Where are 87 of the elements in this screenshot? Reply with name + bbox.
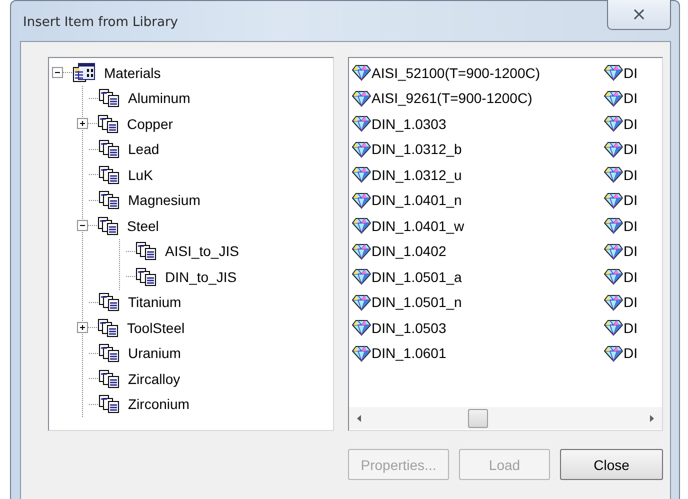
gem-icon	[352, 64, 371, 82]
tree-item[interactable]: Lead	[128, 141, 160, 158]
tree-item[interactable]: Uranium	[128, 345, 181, 362]
tree-item[interactable]: Titanium	[128, 294, 182, 310]
list-item[interactable]: DIN_1.0312_b	[372, 141, 462, 158]
documents-icon	[97, 216, 119, 236]
collapse-icon[interactable]	[52, 67, 63, 78]
horizontal-scrollbar[interactable]	[348, 407, 662, 429]
gem-icon	[352, 268, 371, 286]
tree-item[interactable]: Zircalloy	[128, 370, 180, 387]
list-item[interactable]: DI	[624, 141, 638, 158]
tree-item[interactable]: Zirconium	[128, 396, 190, 412]
tree-item[interactable]: Steel	[127, 218, 159, 234]
list-item[interactable]: DIN_1.0601	[372, 345, 446, 362]
list-item[interactable]: DIN_1.0501_a	[372, 268, 462, 285]
documents-icon	[135, 241, 157, 262]
list-item[interactable]: AISI_9261(T=900-1200C)	[372, 90, 532, 106]
gem-icon	[604, 319, 623, 336]
scroll-left-icon[interactable]	[357, 414, 362, 422]
scroll-thumb[interactable]	[468, 408, 488, 428]
collapse-icon[interactable]	[77, 220, 88, 232]
gem-icon	[604, 115, 623, 132]
tree-item[interactable]: DIN_to_JIS	[165, 268, 237, 285]
documents-icon	[98, 368, 120, 389]
documents-icon	[98, 292, 120, 312]
gem-icon	[604, 242, 623, 260]
gem-icon	[604, 140, 623, 158]
tree-item[interactable]: Aluminum	[128, 90, 190, 106]
gem-icon	[604, 344, 623, 362]
list-item[interactable]: DI	[624, 90, 638, 106]
gem-icon	[604, 64, 623, 82]
close-button[interactable]: ⨯	[607, 0, 671, 30]
list-item[interactable]: DI	[624, 268, 638, 285]
documents-icon	[97, 318, 119, 338]
gem-icon	[604, 166, 623, 184]
documents-icon	[98, 343, 120, 364]
scroll-right-icon[interactable]	[650, 414, 654, 422]
list-item[interactable]: DI	[624, 345, 638, 362]
list-item[interactable]: AISI_52100(T=900-1200C)	[372, 64, 540, 81]
tree-item[interactable]: Copper	[127, 116, 173, 132]
tree-item[interactable]: LuK	[128, 166, 153, 183]
gem-icon	[352, 242, 371, 260]
gem-icon	[352, 140, 371, 158]
documents-icon	[98, 88, 120, 108]
list-item[interactable]: DIN_1.0401_w	[372, 218, 464, 234]
list-item[interactable]: DIN_1.0402	[372, 243, 446, 260]
tree-item[interactable]: Materials	[104, 64, 161, 81]
documents-icon	[98, 139, 120, 160]
list-item[interactable]: DIN_1.0401_n	[372, 192, 462, 208]
list-item[interactable]: DI	[624, 64, 638, 81]
expand-icon[interactable]	[77, 118, 88, 130]
gem-icon	[352, 344, 371, 362]
list-item[interactable]: DIN_1.0303	[372, 116, 446, 132]
expand-icon[interactable]	[77, 322, 88, 334]
tree-item[interactable]: Magnesium	[128, 192, 200, 208]
dialog-button[interactable]: Close	[560, 449, 663, 480]
tree-item[interactable]: ToolSteel	[127, 320, 185, 336]
list-item[interactable]: DI	[624, 166, 638, 183]
list-item[interactable]: DI	[624, 192, 638, 208]
gem-icon	[352, 319, 371, 336]
gem-icon	[352, 90, 371, 107]
gem-icon	[604, 217, 623, 234]
gem-icon	[352, 115, 371, 132]
list-item[interactable]: DI	[624, 320, 638, 336]
gem-icon	[352, 217, 371, 234]
gem-icon	[352, 294, 371, 311]
gem-icon	[604, 90, 623, 107]
gem-icon	[352, 166, 371, 184]
gem-icon	[604, 294, 623, 311]
list-item[interactable]: DIN_1.0312_u	[372, 166, 462, 183]
list-item[interactable]: DI	[624, 116, 638, 132]
documents-icon	[98, 164, 120, 185]
gem-icon	[352, 192, 371, 209]
library-icon	[72, 62, 96, 84]
documents-icon	[135, 266, 157, 287]
list-item[interactable]: DI	[624, 218, 638, 234]
list-item[interactable]: DI	[624, 243, 638, 260]
list-item[interactable]: DI	[624, 294, 638, 310]
documents-icon	[98, 394, 120, 414]
list-item[interactable]: DIN_1.0503	[372, 320, 446, 336]
list-item[interactable]: DIN_1.0501_n	[372, 294, 462, 310]
gem-icon	[604, 192, 623, 209]
tree-item[interactable]: AISI_to_JIS	[165, 243, 239, 260]
gem-icon	[604, 268, 623, 286]
documents-icon	[98, 190, 120, 210]
documents-icon	[97, 114, 119, 134]
window-title: Insert Item from Library	[23, 15, 178, 30]
